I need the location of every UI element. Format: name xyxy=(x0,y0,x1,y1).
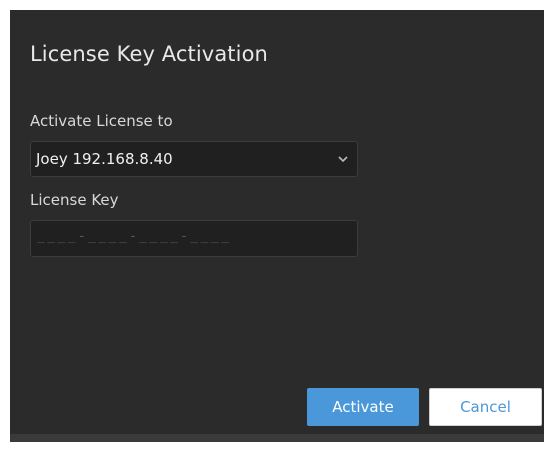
activate-to-selected-value: Joey 192.168.8.40 xyxy=(36,150,173,168)
dialog-title: License Key Activation xyxy=(30,42,268,66)
license-key-input[interactable]: ____-____-____-____ xyxy=(30,220,358,257)
license-key-mask: ____-____-____-____ xyxy=(37,229,232,244)
dialog-footer-strip xyxy=(10,434,544,442)
activate-to-label: Activate License to xyxy=(30,112,173,130)
license-activation-dialog: License Key Activation Activate License … xyxy=(10,10,544,442)
activate-button[interactable]: Activate xyxy=(307,388,419,426)
license-key-label: License Key xyxy=(30,191,119,209)
cancel-button[interactable]: Cancel xyxy=(429,388,542,426)
chevron-down-icon xyxy=(338,156,348,163)
activate-to-select[interactable]: Joey 192.168.8.40 xyxy=(30,141,358,177)
